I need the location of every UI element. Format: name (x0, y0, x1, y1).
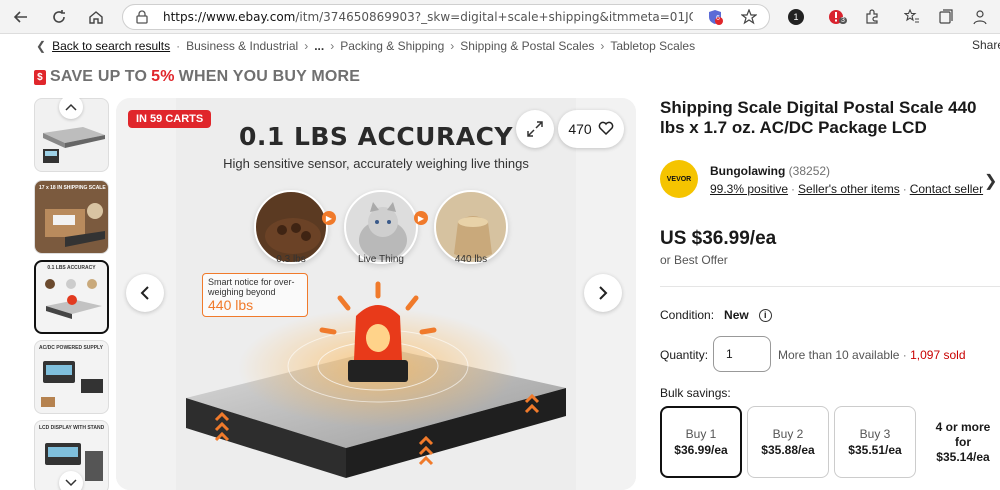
seller-name[interactable]: Bungolawing (710, 164, 785, 178)
bulk-qty: Buy 3 (859, 427, 891, 441)
bulk-option-3[interactable]: Buy 3 $35.51/ea (834, 406, 916, 478)
heart-icon (598, 120, 614, 138)
extensions-puzzle-icon[interactable] (862, 7, 882, 27)
share-link[interactable]: Share (972, 38, 1000, 52)
thumbnail-down-icon[interactable] (57, 471, 85, 490)
bulk-qty: Buy 2 (772, 427, 804, 441)
breadcrumb-packing-shipping[interactable]: Packing & Shipping (340, 39, 444, 53)
promo-prefix: SAVE UP TO (50, 68, 148, 85)
expand-icon[interactable] (516, 110, 554, 148)
thumbnail-up-icon[interactable] (57, 98, 85, 119)
divider (660, 286, 1000, 287)
back-arrow-icon[interactable] (10, 6, 32, 28)
chevron-left-icon[interactable]: ❮ (36, 39, 46, 53)
notice-value: 440 lbs (208, 297, 254, 313)
alert-badge: 3 (839, 17, 847, 24)
breadcrumb-separator: › (330, 39, 335, 53)
condition-label: Condition: (660, 308, 715, 322)
bulk-savings-label: Bulk savings: (660, 386, 731, 400)
orange-arrow-icon: ▶ (414, 211, 428, 225)
best-offer-text: or Best Offer (660, 253, 728, 267)
notice-text: Smart notice for over-weighing beyond (208, 277, 295, 297)
positive-feedback-link[interactable]: 99.3% positive (710, 182, 788, 196)
seller-other-items-link[interactable]: Seller's other items (798, 182, 900, 196)
breadcrumb-separator: · (176, 39, 181, 53)
seller-info: Bungolawing (38252) (710, 164, 830, 178)
breadcrumb-separator: › (450, 39, 455, 53)
bulk-qty: Buy 1 (685, 427, 717, 441)
previous-image-button[interactable] (126, 274, 164, 312)
image-subline: High sensitive sensor, accurately weighi… (223, 156, 529, 171)
breadcrumb-separator: › (600, 39, 605, 53)
next-image-button[interactable] (584, 274, 622, 312)
breadcrumb-shipping-postal-scales[interactable]: Shipping & Postal Scales (460, 39, 594, 53)
url-text: https://www.ebay.com/itm/374650869903?_s… (163, 10, 693, 24)
breadcrumb: ❮ Back to search results · Business & In… (36, 38, 695, 54)
breadcrumb-business-industrial[interactable]: Business & Industrial (186, 39, 298, 53)
coffee-beans-bubble (254, 190, 328, 264)
grain-sack-bubble (434, 190, 508, 264)
bulk-option-4[interactable]: 4 or more for $35.14/ea (934, 420, 992, 465)
address-bar[interactable]: https://www.ebay.com/itm/374650869903?_s… (122, 4, 770, 30)
tracking-shield-icon[interactable]: 6 (705, 7, 725, 27)
browser-toolbar: https://www.ebay.com/itm/374650869903?_s… (0, 0, 1000, 34)
promo-suffix: WHEN YOU BUY MORE (178, 68, 361, 85)
bubble-label-light: 0.3 lbs (276, 254, 306, 265)
main-product-image[interactable]: IN 59 CARTS 0.1 LBS ACCURACY High sensit… (116, 98, 636, 490)
availability: More than 10 available · 1,097 sold (778, 348, 966, 362)
breadcrumb-separator: › (304, 39, 309, 53)
bulk-option-2[interactable]: Buy 2 $35.88/ea (747, 406, 829, 478)
quantity-input[interactable] (713, 336, 771, 372)
thumbnail-3[interactable]: 0.1 LBS ACCURACY (34, 260, 109, 334)
thumbnail-strip: 17 x 18 IN SHIPPING SCALE 0.1 LBS ACCURA… (34, 98, 110, 490)
bulk-option-1[interactable]: Buy 1 $36.99/ea (660, 406, 742, 478)
overweight-notice: Smart notice for over-weighing beyond 44… (202, 273, 308, 317)
bubble-label-heavy: 440 lbs (454, 254, 488, 265)
refresh-icon[interactable] (48, 6, 70, 28)
contact-seller-link[interactable]: Contact seller (910, 182, 983, 196)
back-to-search-link[interactable]: Back to search results (52, 39, 170, 53)
seller-links: 99.3% positive · Seller's other items · Cont… (710, 182, 984, 196)
quantity-label: Quantity: (660, 348, 709, 362)
product-title: Shipping Scale Digital Postal Scale 440 … (660, 98, 977, 137)
shield-badge: 6 (716, 15, 720, 22)
watch-button[interactable]: 470 (558, 110, 624, 148)
cat-bubble (344, 190, 418, 264)
seller-feedback-count: (38252) (788, 164, 831, 178)
lock-icon[interactable] (131, 6, 153, 28)
thumbnail-4[interactable]: AC/DC POWERED SUPPLY (34, 340, 109, 414)
bulk-promo-banner: $ SAVE UP TO 5% WHEN YOU BUY MORE (34, 68, 360, 86)
profile-icon[interactable] (970, 7, 990, 27)
extension-one-icon[interactable]: 1 (786, 7, 806, 27)
sold-count: 1,097 sold (910, 348, 966, 362)
bulk-price: $35.88/ea (761, 443, 815, 457)
breadcrumb-more[interactable]: ... (314, 39, 324, 53)
sale-tag-icon: $ (34, 69, 46, 85)
home-icon[interactable] (85, 6, 107, 28)
price: US $36.99/ea (660, 228, 777, 249)
chevron-right-icon[interactable]: ❯ (984, 171, 997, 191)
promo-percent: 5% (151, 68, 175, 85)
watch-count: 470 (568, 121, 592, 137)
bubble-label-live: Live Thing (358, 254, 404, 265)
condition-value: New (724, 308, 749, 322)
extension-alert-icon[interactable]: 3 (826, 7, 847, 27)
orange-arrow-icon: ▶ (322, 211, 336, 225)
bulk-price: $36.99/ea (674, 443, 728, 457)
breadcrumb-tabletop-scales[interactable]: Tabletop Scales (610, 39, 695, 53)
available-text: More than 10 available (778, 348, 900, 362)
info-icon[interactable]: i (758, 308, 772, 322)
condition-row: Condition: New i (660, 308, 772, 322)
favorites-list-icon[interactable] (902, 7, 922, 27)
bulk-price: $35.51/ea (848, 443, 902, 457)
thumbnail-2[interactable]: 17 x 18 IN SHIPPING SCALE (34, 180, 109, 254)
collections-icon[interactable] (936, 7, 956, 27)
favorite-star-icon[interactable] (739, 7, 759, 27)
seller-logo[interactable]: VEVOR (660, 160, 698, 198)
